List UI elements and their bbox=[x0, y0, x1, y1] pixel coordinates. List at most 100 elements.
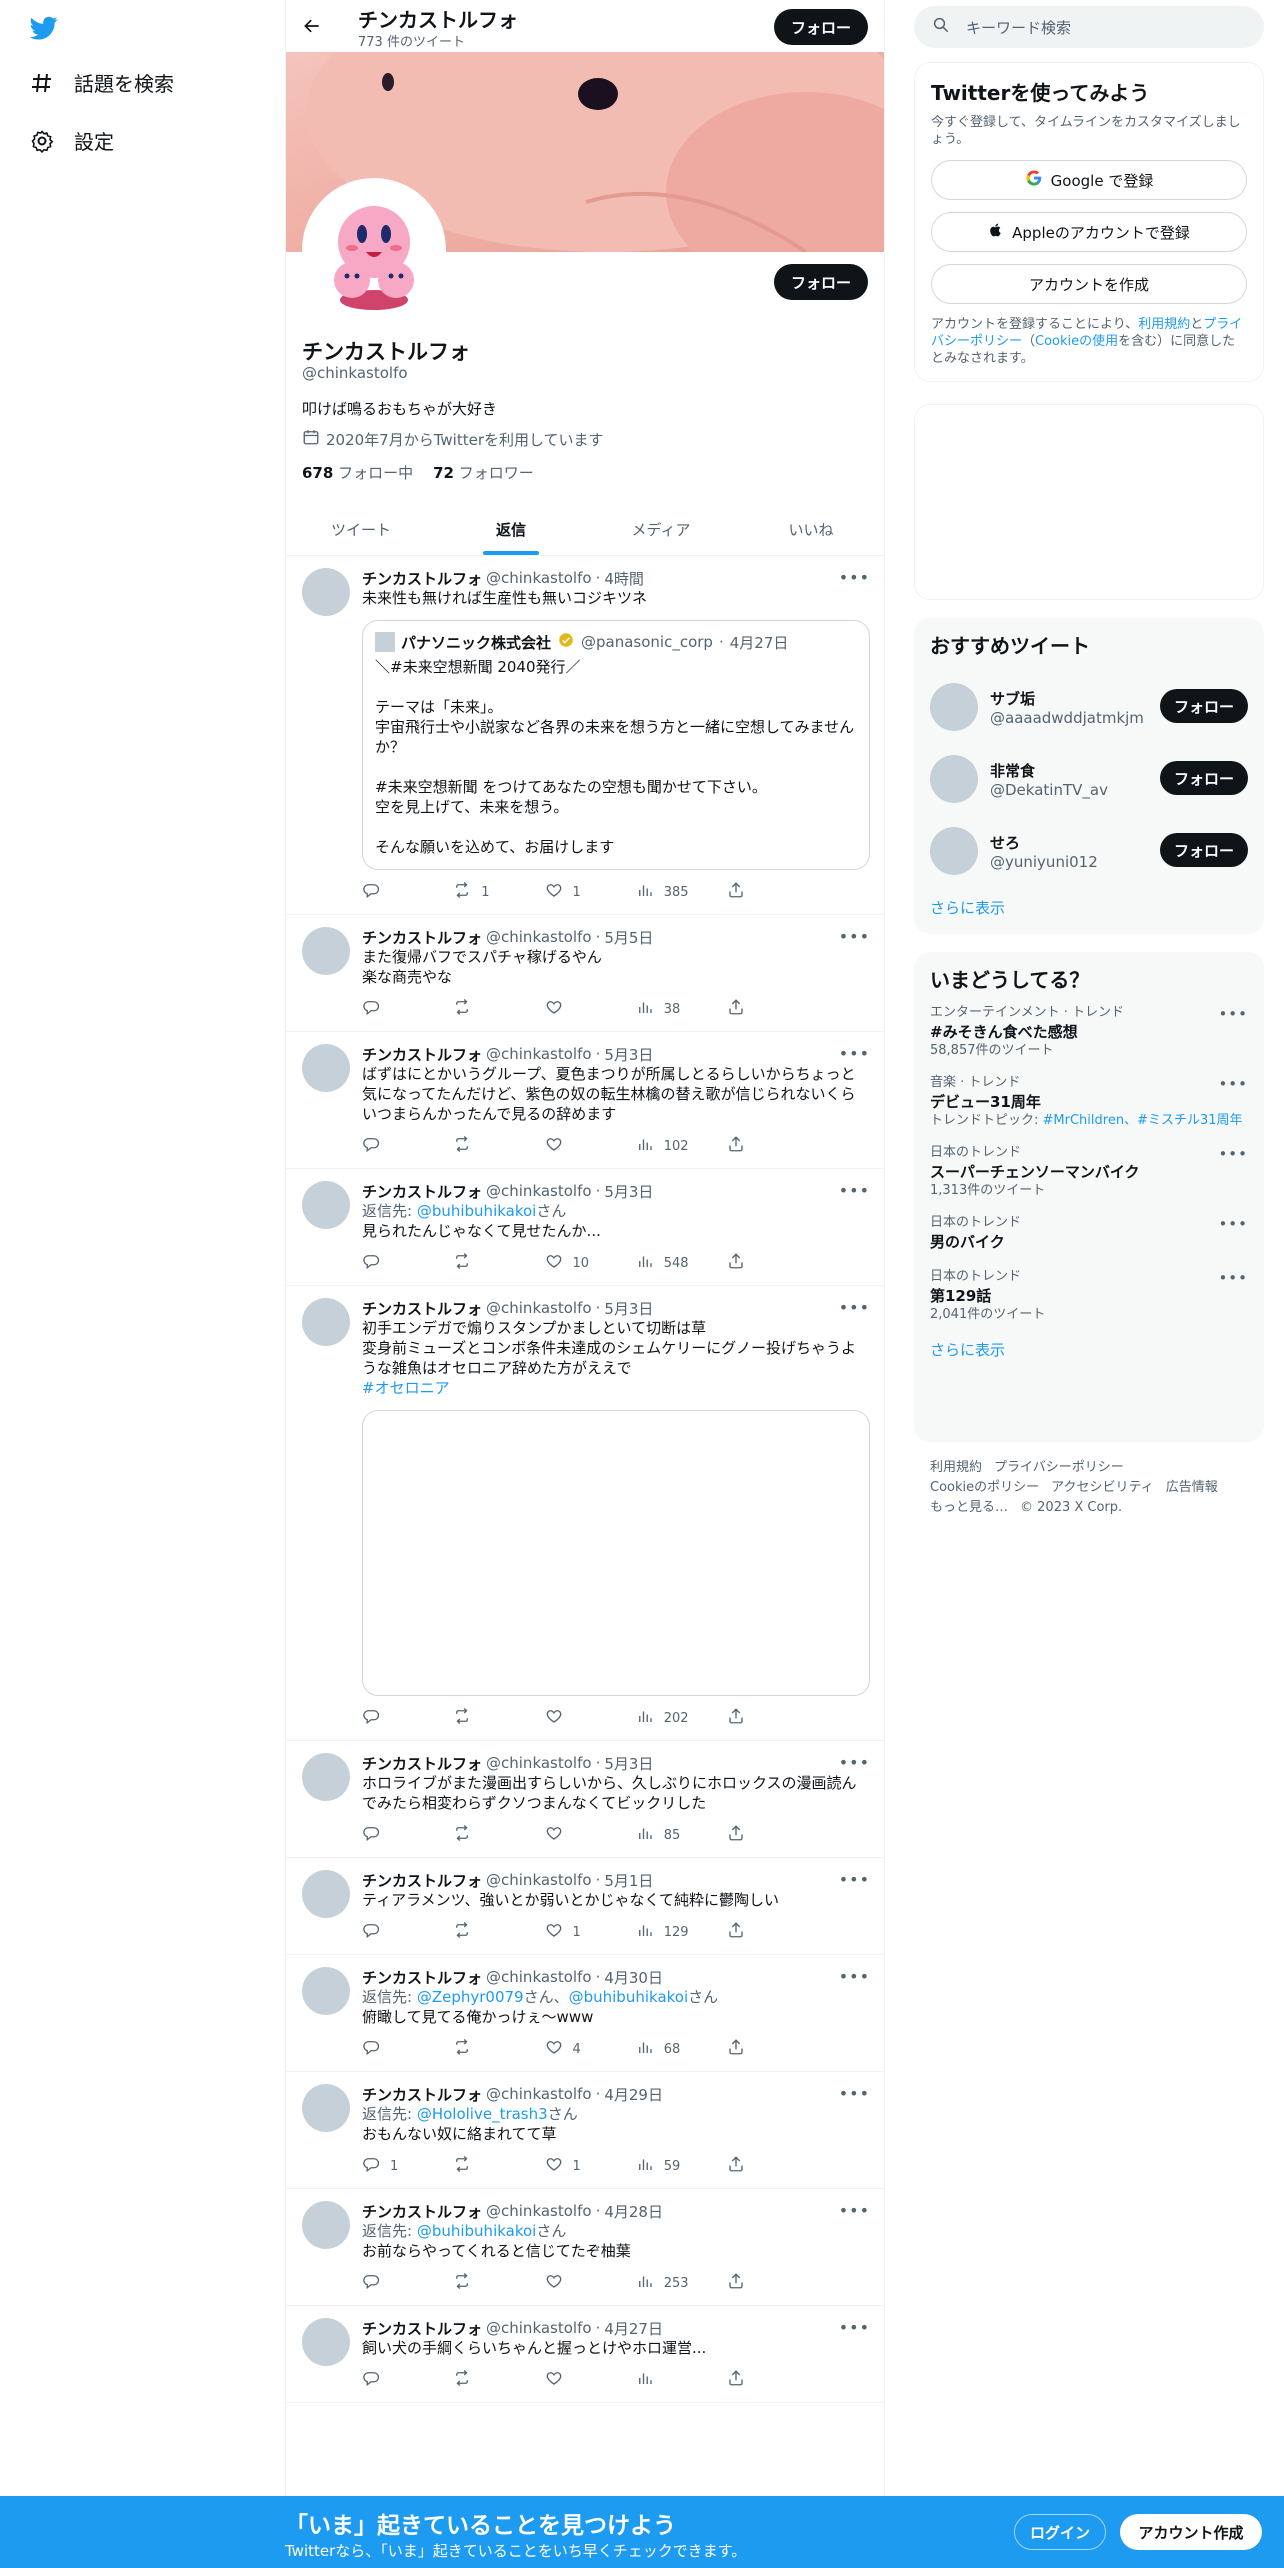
like-button[interactable]: 10 bbox=[545, 1253, 605, 1273]
reply-mention[interactable]: @Hololive_trash3 bbox=[417, 2105, 548, 2123]
follow-button[interactable]: フォロー bbox=[1160, 761, 1248, 795]
author-handle[interactable]: @chinkastolfo bbox=[486, 2202, 592, 2220]
more-icon[interactable]: ••• bbox=[839, 1181, 870, 1200]
footer-link[interactable]: 広告情報 bbox=[1166, 1480, 1218, 1495]
reply-button[interactable] bbox=[362, 2273, 422, 2293]
hashtag-link[interactable]: #オセロニア bbox=[362, 1378, 870, 1398]
author-handle[interactable]: @chinkastolfo bbox=[486, 1182, 592, 1200]
share-button[interactable] bbox=[727, 999, 787, 1019]
cookie-link[interactable]: Cookieの使用 bbox=[1035, 334, 1118, 349]
author-name[interactable]: チンカストルフォ bbox=[362, 1870, 482, 1891]
author-handle[interactable]: @chinkastolfo bbox=[486, 1968, 592, 1986]
footer-link[interactable]: Cookieのポリシー bbox=[930, 1480, 1039, 1495]
tweet[interactable]: チンカストルフォ @chinkastolfo · 5月3日 ••• ホロライブがまた漫画出… bbox=[286, 1741, 884, 1858]
more-icon[interactable]: ••• bbox=[839, 2318, 870, 2337]
author-name[interactable]: チンカストルフォ bbox=[362, 1753, 482, 1774]
signup-button[interactable]: アカウント作成 bbox=[1120, 2514, 1262, 2550]
views-button[interactable]: 253 bbox=[636, 2273, 696, 2293]
footer-link[interactable]: プライバシーポリシー bbox=[994, 1460, 1124, 1475]
retweet-button[interactable] bbox=[453, 1253, 513, 1273]
author-handle[interactable]: @chinkastolfo bbox=[486, 1871, 592, 1889]
share-button[interactable] bbox=[727, 2370, 787, 2390]
more-icon[interactable]: ••• bbox=[1218, 1215, 1248, 1233]
avatar[interactable] bbox=[302, 927, 350, 975]
avatar[interactable] bbox=[302, 1753, 350, 1801]
tweet-time[interactable]: 5月3日 bbox=[604, 1181, 653, 1202]
like-button[interactable]: 1 bbox=[545, 882, 605, 902]
recommended-user[interactable]: 非常食 @DekatinTV_av フォロー bbox=[930, 743, 1248, 815]
share-button[interactable] bbox=[727, 1253, 787, 1273]
tweet-time[interactable]: 4月30日 bbox=[604, 1967, 663, 1988]
retweet-button[interactable] bbox=[453, 1708, 513, 1728]
tweet-time[interactable]: 4時間 bbox=[604, 568, 644, 589]
quoted-tweet[interactable]: パナソニック株式会社 @panasonic_corp · 4月27日 ＼#未来空想新聞 … bbox=[362, 620, 870, 870]
author-handle[interactable]: @chinkastolfo bbox=[486, 2319, 592, 2337]
more-icon[interactable]: ••• bbox=[839, 2084, 870, 2103]
follow-button[interactable]: フォロー bbox=[1160, 689, 1248, 723]
login-button[interactable]: ログイン bbox=[1014, 2514, 1106, 2550]
nav-explore[interactable]: 話題を検索 bbox=[28, 68, 174, 97]
views-button[interactable]: 38 bbox=[636, 999, 696, 1019]
trend-item[interactable]: 音楽 · トレンド デビュー31周年 トレンドトピック: #MrChildren、#… bbox=[930, 1075, 1248, 1129]
more-icon[interactable]: ••• bbox=[839, 568, 870, 587]
retweet-button[interactable] bbox=[453, 1922, 513, 1942]
profile-follow-button[interactable]: フォロー bbox=[774, 264, 868, 300]
tweet[interactable]: チンカストルフォ @chinkastolfo · 4月30日 ••• 返信先: @Zeph… bbox=[286, 1955, 884, 2072]
author-name[interactable]: チンカストルフォ bbox=[362, 1044, 482, 1065]
like-button[interactable] bbox=[545, 999, 605, 1019]
footer-link[interactable]: © 2023 X Corp. bbox=[1020, 1500, 1122, 1515]
author-name[interactable]: チンカストルフォ bbox=[362, 1967, 482, 1988]
tab-tweets[interactable]: ツイート bbox=[286, 503, 436, 555]
retweet-button[interactable] bbox=[453, 2156, 513, 2176]
more-icon[interactable]: ••• bbox=[1218, 1005, 1248, 1023]
like-button[interactable] bbox=[545, 2273, 605, 2293]
reply-button[interactable] bbox=[362, 882, 422, 902]
trend-item[interactable]: エンターテインメント · トレンド #みそきん食べた感想 58,857件のツイート •… bbox=[930, 1005, 1248, 1059]
like-button[interactable]: 4 bbox=[545, 2039, 605, 2059]
tweet[interactable]: チンカストルフォ @chinkastolfo · 5月3日 ••• 初手エンデガで煽りスタ… bbox=[286, 1286, 884, 1741]
avatar[interactable] bbox=[302, 2201, 350, 2249]
retweet-button[interactable] bbox=[453, 999, 513, 1019]
avatar[interactable] bbox=[930, 683, 978, 731]
tab-media[interactable]: メディア bbox=[586, 503, 736, 555]
views-button[interactable]: 68 bbox=[636, 2039, 696, 2059]
avatar[interactable] bbox=[302, 1181, 350, 1229]
retweet-button[interactable] bbox=[453, 2273, 513, 2293]
reply-button[interactable] bbox=[362, 1253, 422, 1273]
like-button[interactable] bbox=[545, 1708, 605, 1728]
twitter-logo-icon[interactable] bbox=[28, 14, 64, 44]
author-handle[interactable]: @chinkastolfo bbox=[486, 569, 592, 587]
retweet-button[interactable] bbox=[453, 1825, 513, 1845]
more-icon[interactable]: ••• bbox=[839, 1044, 870, 1063]
views-button[interactable]: 59 bbox=[636, 2156, 696, 2176]
tweet[interactable]: チンカストルフォ @chinkastolfo · 4月28日 ••• 返信先: @buhi… bbox=[286, 2189, 884, 2306]
tweet[interactable]: チンカストルフォ @chinkastolfo · 5月5日 ••• また復帰バフでスパチャ… bbox=[286, 915, 884, 1032]
more-icon[interactable]: ••• bbox=[839, 1967, 870, 1986]
more-icon[interactable]: ••• bbox=[1218, 1145, 1248, 1163]
tweet-media[interactable] bbox=[362, 1410, 870, 1696]
retweet-button[interactable] bbox=[453, 1136, 513, 1156]
author-name[interactable]: チンカストルフォ bbox=[362, 2318, 482, 2339]
views-button[interactable]: 102 bbox=[636, 1136, 696, 1156]
footer-link[interactable]: アクセシビリティ bbox=[1051, 1480, 1154, 1495]
nav-settings[interactable]: 設定 bbox=[28, 126, 114, 155]
reply-mention[interactable]: @buhibuhikakoi bbox=[417, 1202, 537, 1220]
create-account-button[interactable]: アカウントを作成 bbox=[931, 264, 1247, 304]
share-button[interactable] bbox=[727, 1922, 787, 1942]
trend-topics-links[interactable]: #MrChildren、#ミスチル31周年 bbox=[1043, 1113, 1243, 1128]
views-button[interactable]: 85 bbox=[636, 1825, 696, 1845]
trend-item[interactable]: 日本のトレンド 男のバイク ••• bbox=[930, 1215, 1248, 1253]
more-icon[interactable]: ••• bbox=[1218, 1075, 1248, 1093]
views-button[interactable]: 385 bbox=[636, 882, 696, 902]
tweet-time[interactable]: 5月3日 bbox=[604, 1298, 653, 1319]
retweet-button[interactable]: 1 bbox=[453, 882, 513, 902]
views-button[interactable]: 548 bbox=[636, 1253, 696, 1273]
share-button[interactable] bbox=[727, 882, 787, 902]
more-icon[interactable]: ••• bbox=[839, 927, 870, 946]
tweet-time[interactable]: 5月5日 bbox=[604, 927, 653, 948]
followers-link[interactable]: 72 フォロワー bbox=[433, 462, 534, 483]
share-button[interactable] bbox=[727, 1136, 787, 1156]
following-link[interactable]: 678 フォロー中 bbox=[302, 462, 413, 483]
like-button[interactable] bbox=[545, 1136, 605, 1156]
tweet[interactable]: チンカストルフォ @chinkastolfo · 5月1日 ••• ティアラメンツ、強いと… bbox=[286, 1858, 884, 1955]
